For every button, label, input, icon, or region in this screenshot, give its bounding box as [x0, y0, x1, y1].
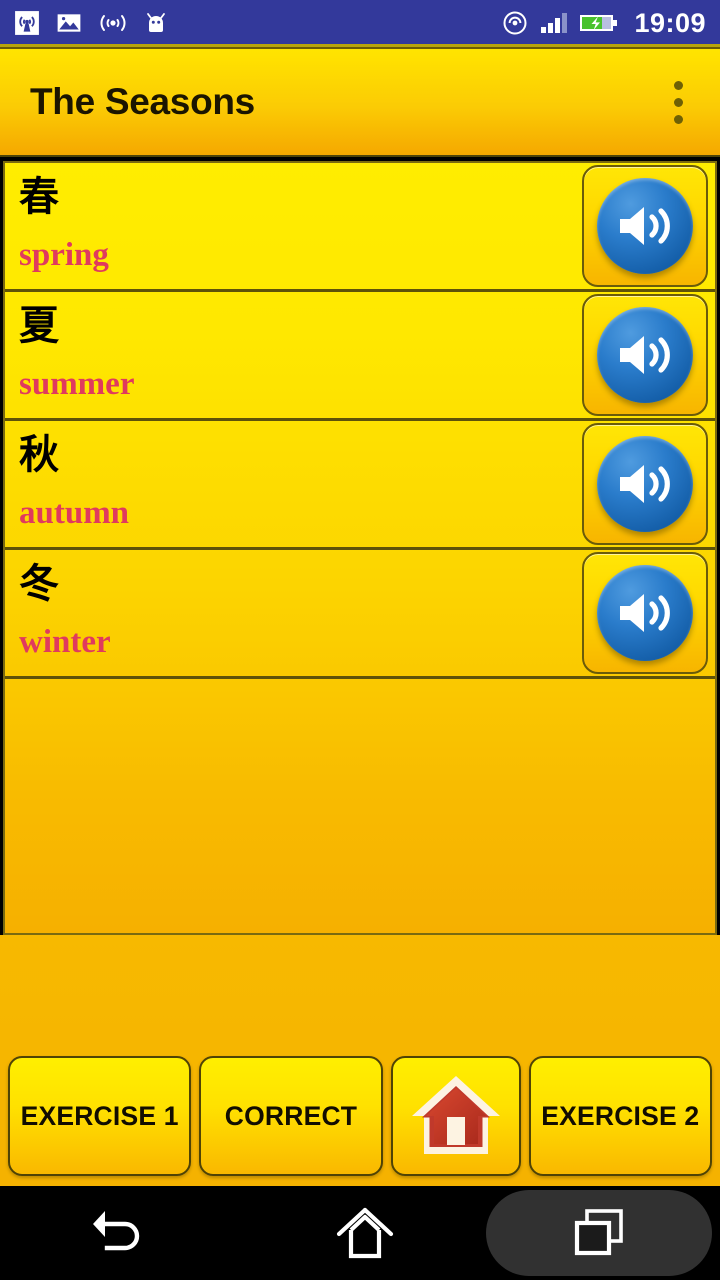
- list-item[interactable]: 春 spring: [5, 163, 715, 292]
- exercise-1-label: EXERCISE 1: [20, 1100, 179, 1131]
- speaker-circle: [597, 436, 693, 532]
- speaker-button[interactable]: [582, 165, 708, 287]
- app-screen: 19:09 The Seasons 春 spring 夏 summer 秋 au…: [0, 0, 720, 1280]
- list-item-texts: 冬 winter: [5, 550, 581, 676]
- app-bar: The Seasons: [0, 47, 720, 157]
- speaker-icon: [620, 465, 670, 503]
- correct-button[interactable]: CORRECT: [199, 1056, 383, 1176]
- kanji-label: 春: [19, 174, 59, 220]
- status-bar-clock: 19:09: [634, 7, 706, 38]
- list-item[interactable]: 冬 winter: [5, 550, 715, 679]
- list-item-texts: 春 spring: [5, 163, 581, 289]
- speaker-icon: [620, 336, 670, 374]
- translation-label: spring: [19, 237, 109, 273]
- back-arrow-icon: [92, 1211, 139, 1251]
- system-navigation-bar: [0, 1186, 720, 1280]
- status-bar-left-icons: [14, 10, 168, 36]
- list-item[interactable]: 秋 autumn: [5, 421, 715, 550]
- list-item-texts: 夏 summer: [5, 292, 581, 418]
- home-house-icon: [411, 1076, 500, 1154]
- status-bar: 19:09: [0, 0, 720, 46]
- speaker-icon: [620, 594, 670, 632]
- battery-charging-icon: [580, 15, 618, 31]
- hotspot-icon: [503, 11, 527, 35]
- android-robot-icon: [147, 13, 165, 32]
- nav-recents-button[interactable]: [486, 1190, 712, 1276]
- exercise-1-button[interactable]: EXERCISE 1: [8, 1056, 192, 1176]
- speaker-button-cell: [581, 421, 715, 547]
- nav-home-button[interactable]: [243, 1186, 486, 1280]
- kanji-label: 秋: [19, 432, 59, 478]
- correct-label: CORRECT: [224, 1100, 358, 1131]
- exercise-2-button[interactable]: EXERCISE 2: [528, 1056, 712, 1176]
- nav-back-button[interactable]: [0, 1186, 243, 1280]
- broadcast-tower-icon: [15, 11, 39, 35]
- home-outline-icon: [336, 1207, 393, 1259]
- list-item-texts: 秋 autumn: [5, 421, 581, 547]
- overflow-dot: [673, 114, 683, 124]
- translation-label: summer: [19, 366, 135, 402]
- kanji-label: 冬: [19, 561, 59, 607]
- speaker-button-cell: [581, 292, 715, 418]
- home-button[interactable]: [390, 1056, 521, 1176]
- kanji-label: 夏: [19, 303, 59, 349]
- speaker-icon: [620, 207, 670, 245]
- speaker-button[interactable]: [582, 423, 708, 545]
- translation-label: autumn: [19, 495, 130, 531]
- overflow-dot: [673, 80, 683, 90]
- speaker-button[interactable]: [582, 294, 708, 416]
- page-title: The Seasons: [30, 81, 255, 122]
- wifi-waves-icon: [100, 15, 126, 31]
- overflow-menu-icon[interactable]: [658, 72, 698, 132]
- overflow-dot: [673, 97, 683, 107]
- speaker-button-cell: [581, 550, 715, 676]
- image-icon: [57, 14, 81, 32]
- speaker-button[interactable]: [582, 552, 708, 674]
- list-item[interactable]: 夏 summer: [5, 292, 715, 421]
- recents-squares-icon: [574, 1209, 623, 1256]
- speaker-button-cell: [581, 163, 715, 289]
- signal-bars-icon: [541, 13, 568, 33]
- bottom-button-bar: EXERCISE 1 CORRECT EXERCISE 2: [0, 935, 720, 1186]
- status-bar-right-icons: 19:09: [501, 8, 706, 39]
- speaker-circle: [597, 178, 693, 274]
- speaker-circle: [597, 307, 693, 403]
- exercise-2-label: EXERCISE 2: [541, 1100, 700, 1131]
- speaker-circle: [597, 565, 693, 661]
- translation-label: winter: [19, 624, 111, 660]
- seasons-list[interactable]: 春 spring 夏 summer 秋 autumn 冬 winter: [3, 161, 717, 935]
